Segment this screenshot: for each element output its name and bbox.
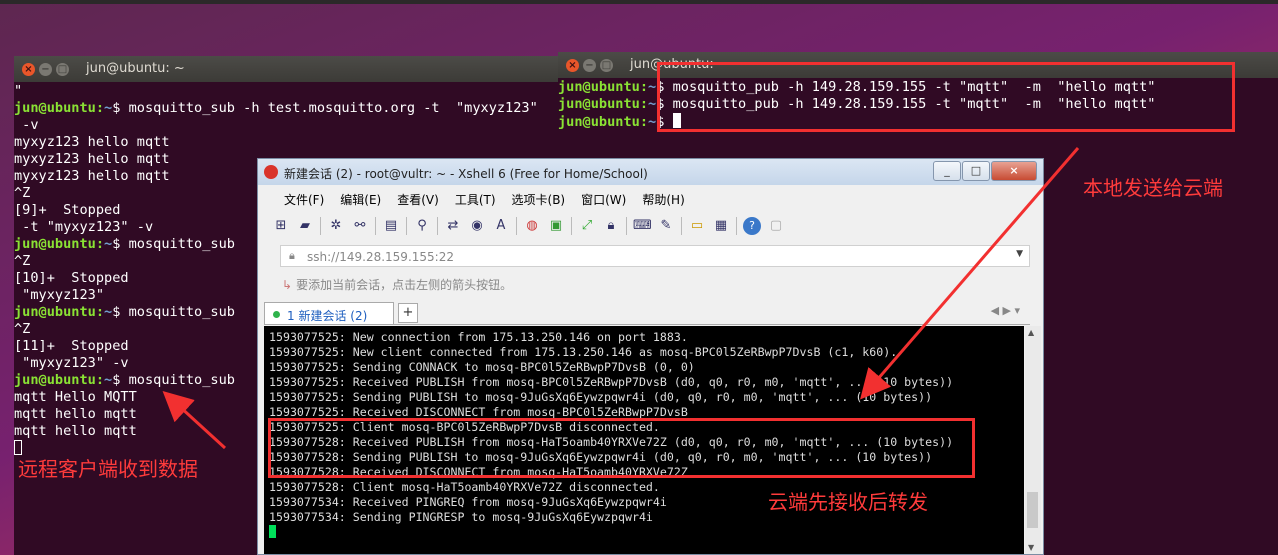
annotation-local-to-cloud: 本地发送给云端 — [1083, 176, 1223, 200]
arrow-local-to-cloud — [860, 147, 1080, 400]
arrow-remote-received — [162, 390, 227, 450]
annotation-remote-received: 远程客户端收到数据 — [18, 457, 198, 481]
annotation-cloud-forward: 云端先接收后转发 — [768, 490, 928, 514]
